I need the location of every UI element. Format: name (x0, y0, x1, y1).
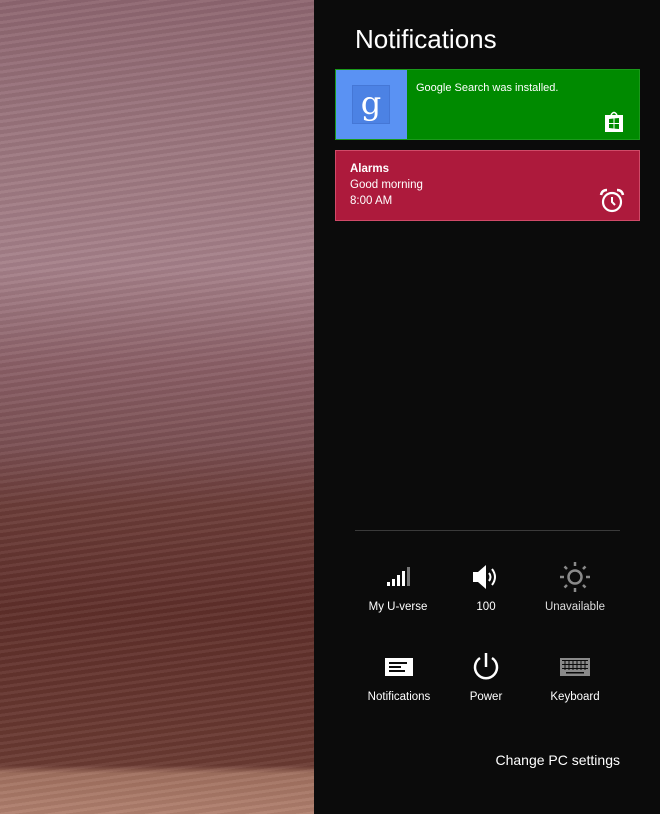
keyboard-icon (560, 658, 590, 676)
desktop-wallpaper (0, 0, 314, 814)
brightness-icon (560, 562, 590, 592)
notification-body: Good morning (350, 179, 423, 191)
notification-message: Google Search was installed. (416, 82, 559, 94)
change-pc-settings-link[interactable]: Change PC settings (495, 752, 620, 768)
notification-title: Alarms (350, 163, 389, 175)
network-button[interactable]: My U-verse (353, 562, 443, 613)
alarm-clock-icon (599, 188, 625, 213)
google-logo: g (336, 70, 407, 139)
notifications-icon (385, 658, 413, 676)
power-icon (473, 653, 499, 680)
panel-title: Notifications (355, 24, 497, 54)
settings-charm-panel: Notifications g Google Search was instal… (314, 0, 660, 814)
brightness-button[interactable]: Unavailable (530, 562, 620, 613)
keyboard-button[interactable]: Keyboard (530, 652, 620, 703)
notification-time: 8:00 AM (350, 195, 393, 207)
notifications-button[interactable]: Notifications (354, 652, 444, 703)
wifi-signal-icon (387, 567, 410, 586)
notification-alarm[interactable]: Alarms Good morning 8:00 AM (335, 150, 640, 221)
volume-button[interactable]: 100 (441, 562, 531, 613)
store-icon (605, 111, 623, 132)
notification-google-search[interactable]: g Google Search was installed. (335, 69, 640, 140)
volume-icon (473, 565, 496, 589)
power-button[interactable]: Power (441, 652, 531, 703)
divider (355, 530, 620, 531)
